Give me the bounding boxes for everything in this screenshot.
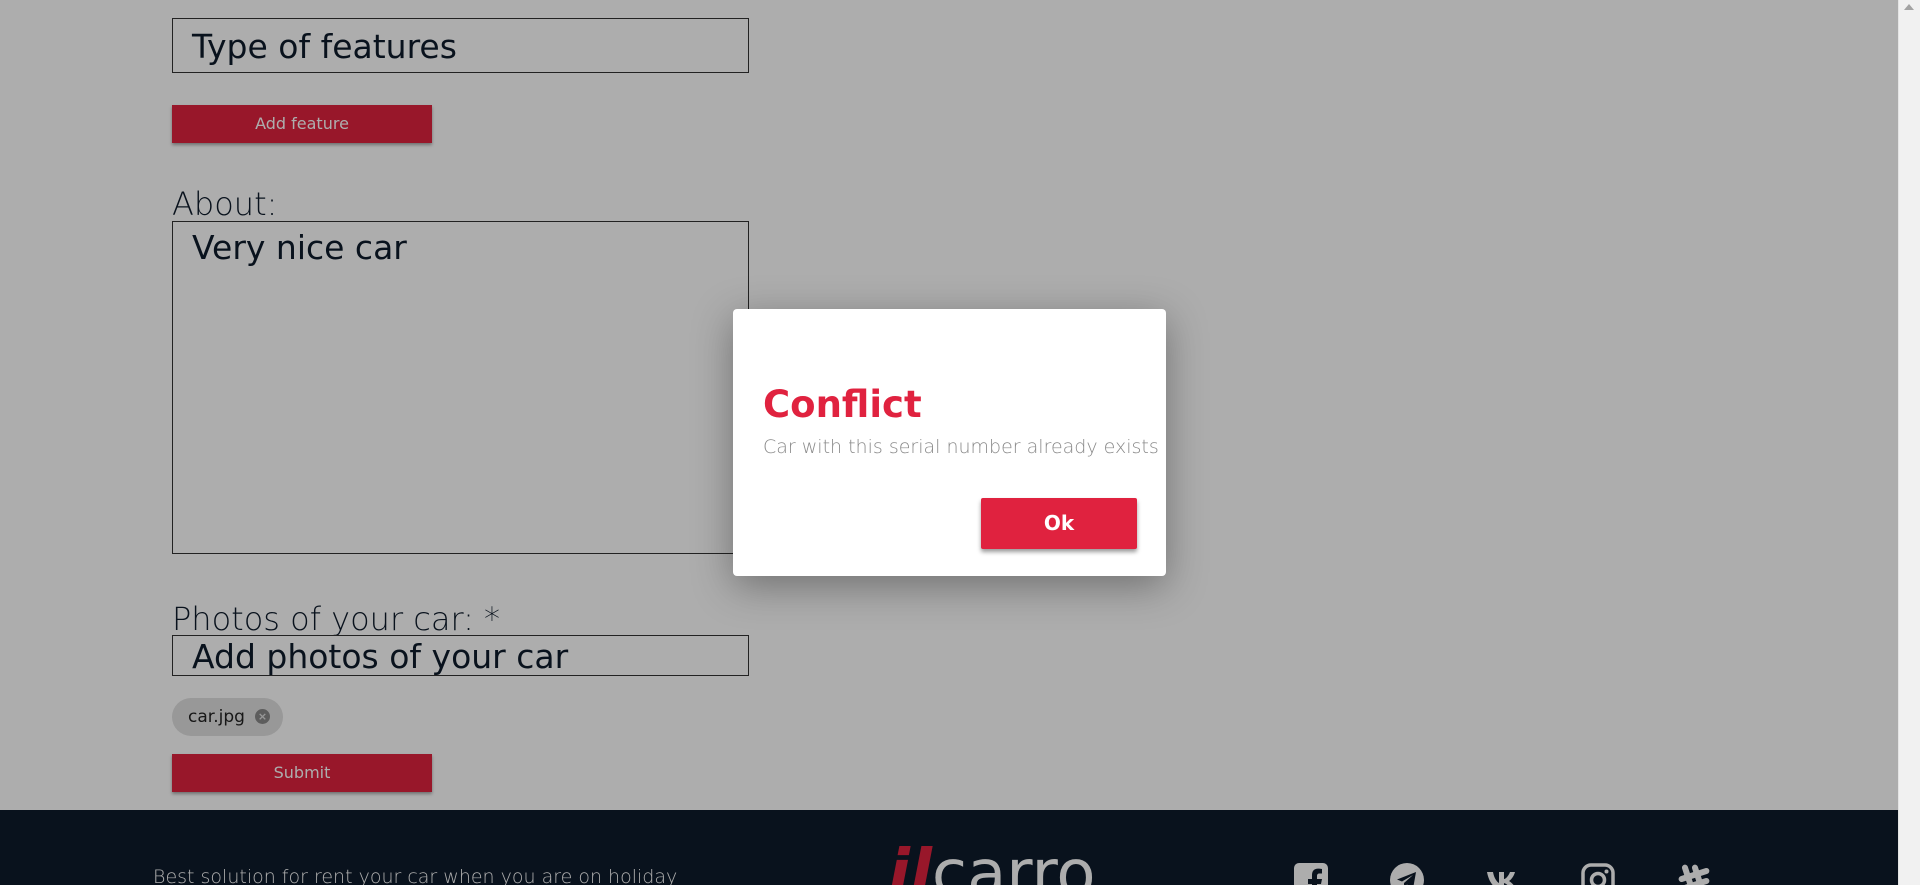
conflict-dialog: Conflict Car with this serial number alr… xyxy=(733,309,1166,576)
page: Type of features Add feature About: Very… xyxy=(0,0,1899,885)
page-scrollbar[interactable] xyxy=(1898,0,1920,885)
scroll-up-arrow-icon[interactable] xyxy=(1904,4,1914,10)
dialog-message: Car with this serial number already exis… xyxy=(763,436,1159,458)
ok-button[interactable]: Ok xyxy=(981,498,1137,549)
dialog-title: Conflict xyxy=(763,383,922,426)
